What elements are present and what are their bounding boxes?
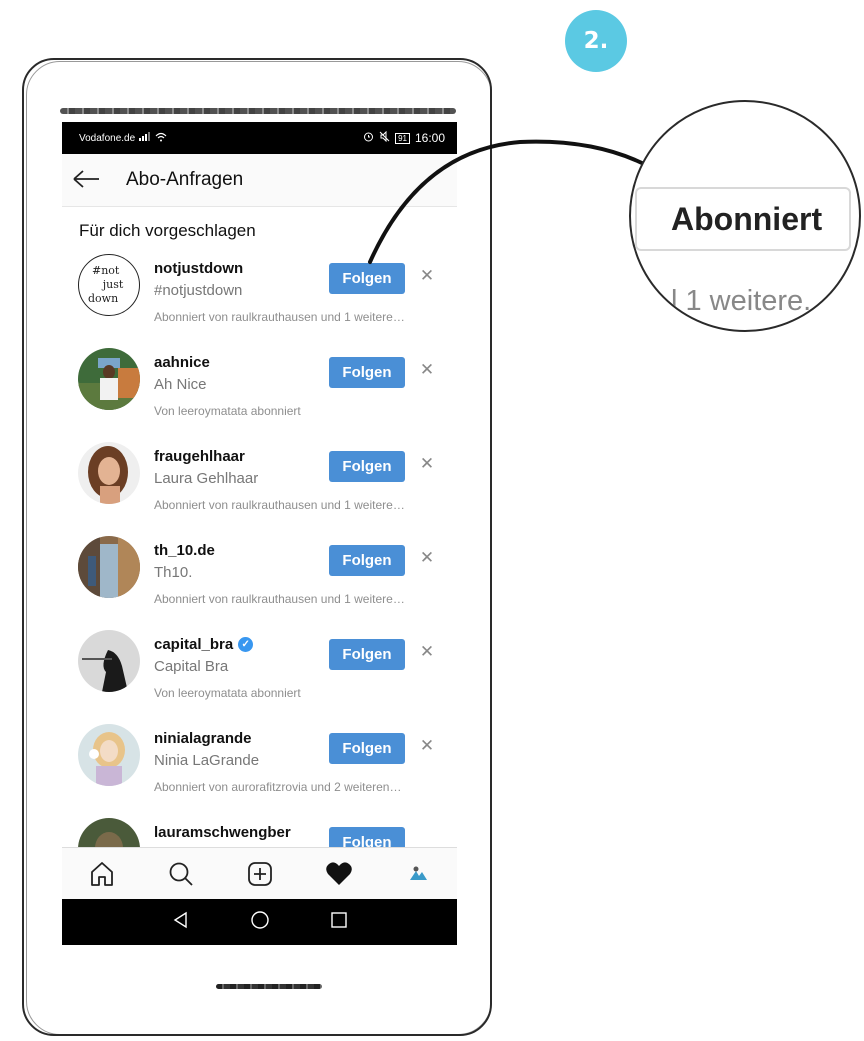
mutual-followers: Von leeroymatata abonniert: [154, 686, 301, 700]
app-bar: Abo-Anfragen: [62, 154, 457, 207]
close-icon[interactable]: ✕: [419, 548, 435, 568]
avatar[interactable]: #not just down: [78, 254, 140, 316]
verified-badge-icon: ✓: [238, 637, 254, 652]
close-icon[interactable]: ✕: [419, 642, 435, 662]
mutual-followers: Abonniert von aurorafitzrovia und 2 weit…: [154, 780, 402, 794]
username[interactable]: capital_bra ✓: [154, 636, 254, 653]
carrier-label: Vodafone.de: [79, 132, 136, 144]
full-name: Ninia LaGrande: [154, 752, 260, 769]
close-icon[interactable]: ✕: [419, 266, 435, 286]
avatar[interactable]: [78, 724, 140, 786]
list-item: th_10.de Th10. Abonniert von raulkrautha…: [62, 526, 457, 620]
section-title: Für dich vorgeschlagen: [79, 221, 256, 240]
phone-screen: Vodafone.de 91 16:00 Abo-Anfragen Für di…: [62, 122, 457, 945]
follow-button[interactable]: Folgen: [329, 545, 405, 576]
mutual-followers: Abonniert von raulkrauthausen und 1 weit…: [154, 592, 405, 606]
profile-avatar[interactable]: [398, 854, 438, 894]
full-name: Th10.: [154, 564, 193, 581]
full-name: Capital Bra: [154, 658, 229, 675]
following-button-zoomed[interactable]: Abonniert: [635, 187, 851, 251]
back-arrow-icon[interactable]: [72, 167, 112, 193]
mute-icon: [379, 130, 390, 145]
full-name: #notjustdown: [154, 282, 243, 299]
mutual-followers: Abonniert von raulkrauthausen und 1 weit…: [154, 310, 405, 324]
avatar[interactable]: [78, 536, 140, 598]
username[interactable]: aahnice: [154, 354, 210, 371]
follow-button[interactable]: Folgen: [329, 357, 405, 388]
home-icon[interactable]: [82, 854, 122, 894]
status-bar: Vodafone.de 91 16:00: [62, 122, 457, 154]
follow-button[interactable]: Folgen: [329, 733, 405, 764]
page-title: Abo-Anfragen: [126, 169, 244, 190]
list-item: aahnice Ah Nice Von leeroymatata abonnie…: [62, 338, 457, 432]
follow-button[interactable]: Folgen: [329, 451, 405, 482]
username[interactable]: lauramschwengber: [154, 824, 291, 841]
mutual-followers: Abonniert von raulkrauthausen und 1 weit…: [154, 498, 405, 512]
avatar[interactable]: [78, 630, 140, 692]
step-badge: 2.: [565, 10, 627, 72]
zoomed-subtitle: l 1 weitere.: [671, 285, 812, 317]
close-icon[interactable]: ✕: [419, 454, 435, 474]
add-post-icon[interactable]: [240, 854, 280, 894]
wifi-icon: [155, 132, 167, 145]
avatar[interactable]: [78, 442, 140, 504]
username[interactable]: fraugehlhaar: [154, 448, 245, 465]
bottom-nav: [62, 847, 457, 900]
list-item: #not just down notjustdown #notjustdown …: [62, 244, 457, 338]
username[interactable]: notjustdown: [154, 260, 243, 277]
list-item: ninialagrande Ninia LaGrande Abonniert v…: [62, 714, 457, 808]
close-icon[interactable]: ✕: [419, 736, 435, 756]
avatar[interactable]: [78, 348, 140, 410]
back-triangle-icon[interactable]: [172, 911, 190, 934]
follow-button[interactable]: Folgen: [329, 639, 405, 670]
phone-speaker: [216, 984, 322, 989]
follow-button[interactable]: Folgen: [329, 263, 405, 294]
battery-indicator: 91: [395, 132, 410, 144]
heart-icon[interactable]: [319, 854, 359, 894]
clock: 16:00: [414, 131, 445, 145]
full-name: Ah Nice: [154, 376, 207, 393]
signal-icon: [139, 132, 151, 144]
recents-square-icon[interactable]: [330, 911, 348, 934]
zoom-magnifier: Abonniert l 1 weitere.: [629, 100, 861, 332]
list-item: fraugehlhaar Laura Gehlhaar Abonniert vo…: [62, 432, 457, 526]
home-circle-icon[interactable]: [250, 910, 270, 935]
full-name: Laura Gehlhaar: [154, 470, 259, 487]
username[interactable]: ninialagrande: [154, 730, 252, 747]
android-nav-bar: [62, 899, 457, 945]
search-icon[interactable]: [161, 854, 201, 894]
close-icon[interactable]: ✕: [419, 360, 435, 380]
phone-top-edge: [60, 108, 456, 114]
mutual-followers: Von leeroymatata abonniert: [154, 404, 301, 418]
username[interactable]: th_10.de: [154, 542, 215, 559]
alarm-icon: [363, 131, 374, 145]
list-item: capital_bra ✓ Capital Bra Von leeroymata…: [62, 620, 457, 714]
